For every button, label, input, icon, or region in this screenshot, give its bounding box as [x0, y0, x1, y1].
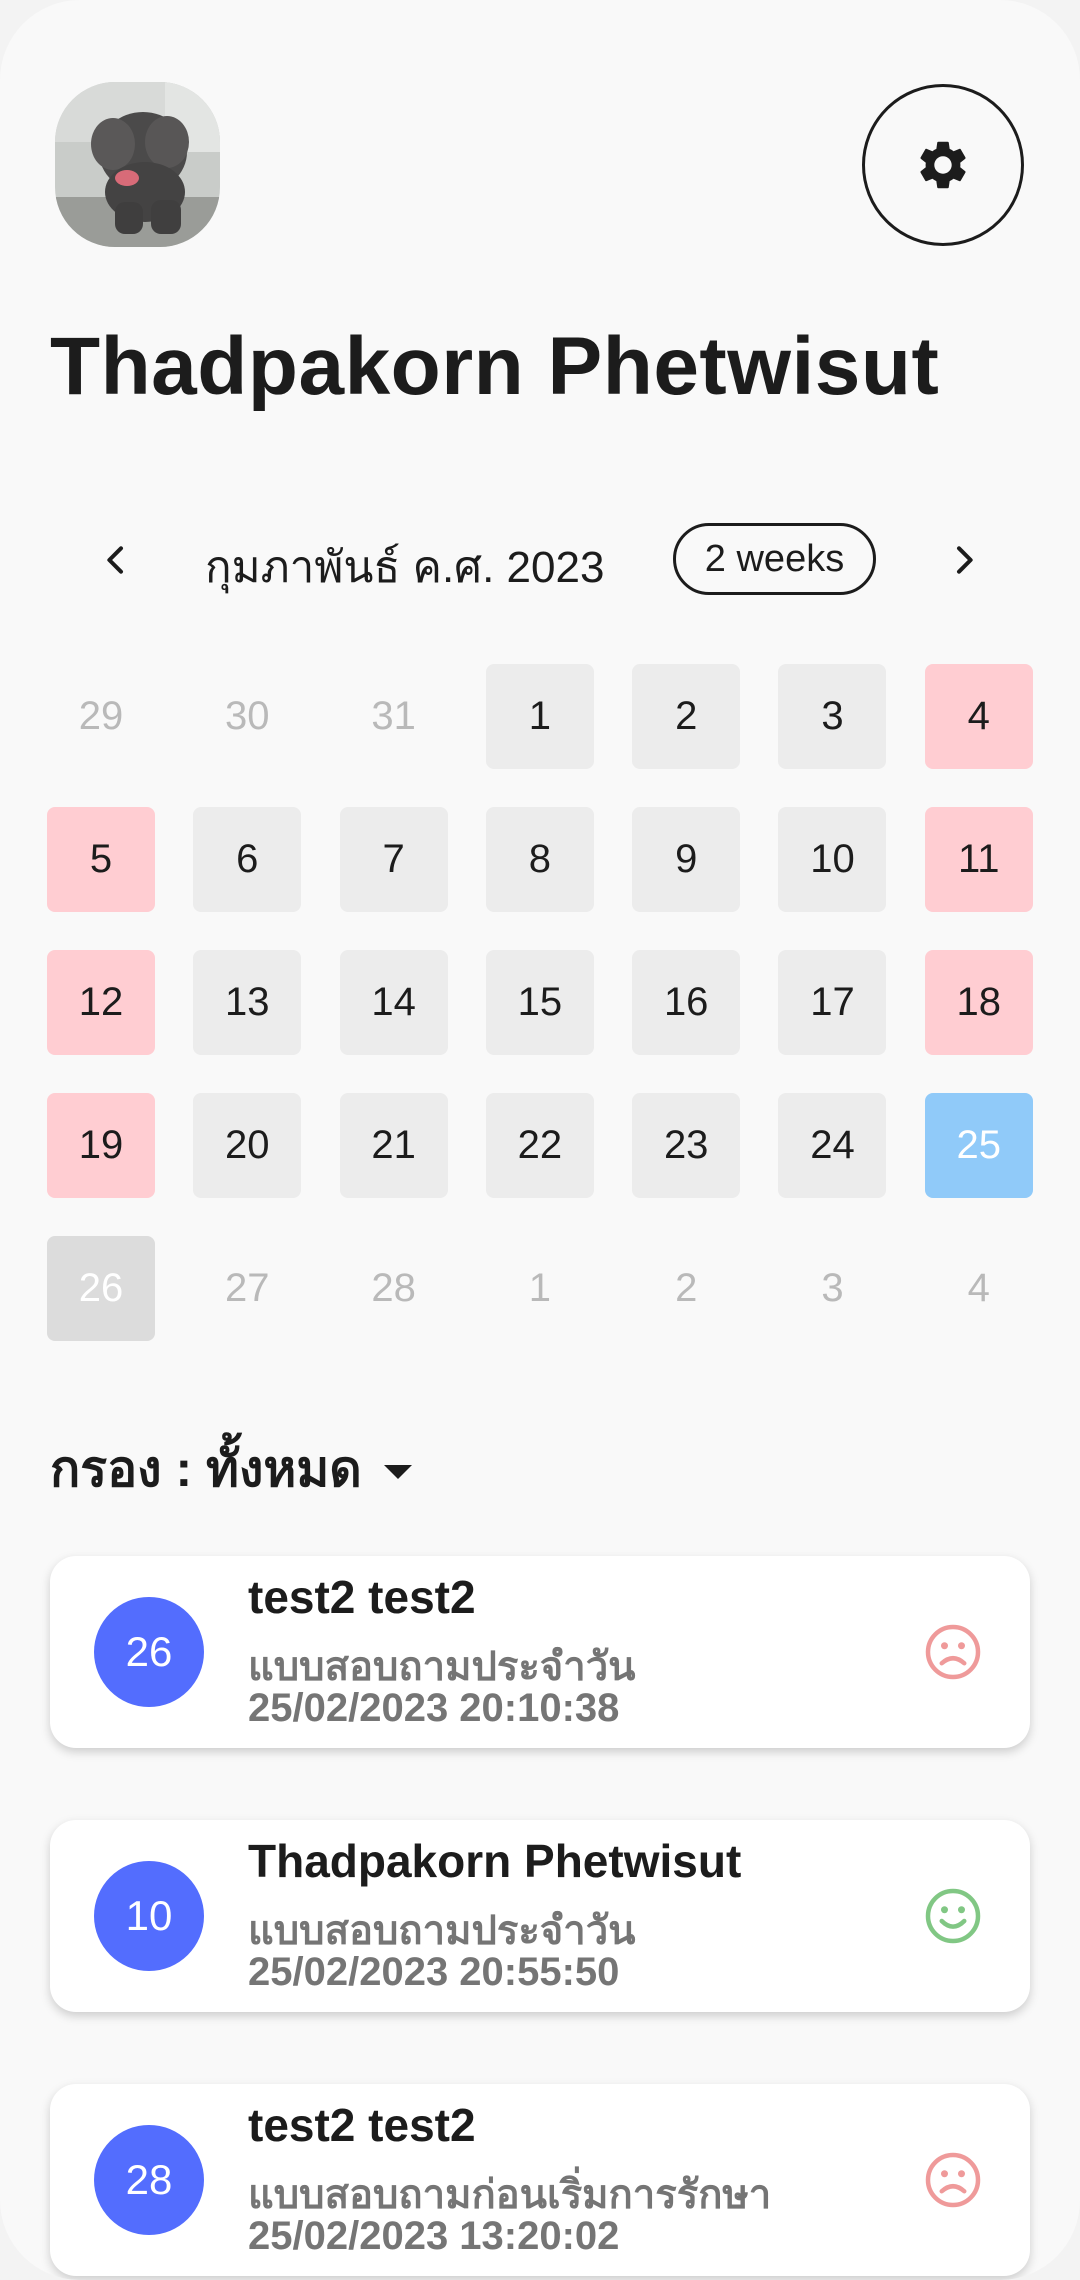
calendar-day[interactable]: 2: [632, 1236, 740, 1341]
calendar-day[interactable]: 22: [485, 1093, 594, 1198]
calendar-day[interactable]: 16: [632, 950, 741, 1055]
previous-month-button[interactable]: [88, 532, 144, 588]
entry-badge: 10: [94, 1861, 204, 1971]
calendar-day[interactable]: 2: [632, 664, 741, 769]
calendar-day[interactable]: 25: [924, 1093, 1033, 1198]
calendar-day[interactable]: 27: [193, 1236, 301, 1341]
entry-badge: 26: [94, 1597, 204, 1707]
calendar-format-button[interactable]: 2 weeks: [673, 523, 876, 595]
entry-time: 25/02/2023 13:20:02: [248, 2214, 620, 2258]
entry-card[interactable]: 28 test2 test2 แบบสอบถามก่อนเริ่มการรักษ…: [50, 2084, 1030, 2276]
chevron-right-icon: [957, 546, 973, 574]
sad-face-icon: [923, 1622, 983, 1682]
calendar-day[interactable]: 14: [339, 950, 448, 1055]
settings-button[interactable]: [862, 84, 1024, 246]
calendar-day[interactable]: 31: [340, 664, 448, 769]
caret-down-icon: [383, 1464, 412, 1479]
calendar-day[interactable]: 1: [485, 664, 594, 769]
calendar-day[interactable]: 8: [485, 807, 594, 912]
entry-card[interactable]: 26 test2 test2 แบบสอบถามประจำวัน 25/02/2…: [50, 1556, 1030, 1748]
calendar-day[interactable]: 23: [632, 1093, 741, 1198]
calendar-day[interactable]: 18: [924, 950, 1033, 1055]
calendar-day[interactable]: 24: [778, 1093, 887, 1198]
calendar-day[interactable]: 26: [47, 1236, 155, 1341]
entry-name: test2 test2: [248, 2099, 476, 2151]
calendar-day[interactable]: 28: [340, 1236, 448, 1341]
filter-label: กรอง : ทั้งหมด: [50, 1441, 362, 1497]
calendar-day[interactable]: 6: [193, 807, 302, 912]
sad-face-icon: [923, 2150, 983, 2210]
calendar-day[interactable]: 20: [193, 1093, 302, 1198]
calendar-header: กุมภาพันธ์ ค.ศ. 2023 2 weeks: [0, 520, 1080, 600]
calendar-day[interactable]: 9: [632, 807, 741, 912]
calendar-day[interactable]: 11: [924, 807, 1033, 912]
calendar-day[interactable]: 15: [485, 950, 594, 1055]
filter-dropdown[interactable]: กรอง : ทั้งหมด: [50, 1430, 412, 1509]
entry-name: Thadpakorn Phetwisut: [248, 1835, 742, 1887]
calendar-day[interactable]: 4: [924, 664, 1033, 769]
user-name: Thadpakorn Phetwisut: [50, 321, 940, 412]
calendar-day[interactable]: 1: [486, 1236, 594, 1341]
calendar-day[interactable]: 29: [47, 664, 155, 769]
next-month-button[interactable]: [936, 532, 992, 588]
chevron-left-icon: [107, 546, 123, 574]
entry-card[interactable]: 10 Thadpakorn Phetwisut แบบสอบถามประจำวั…: [50, 1820, 1030, 2012]
calendar-grid: 29 30 31 1 2 3 4 5 6 7 8 9 10 11 12 13 14 15 16 17 18 19 20 21 2…: [47, 664, 1035, 1341]
user-avatar[interactable]: [55, 82, 220, 247]
calendar-day[interactable]: 12: [47, 950, 155, 1055]
calendar-day[interactable]: 13: [193, 950, 302, 1055]
elephant-photo: [55, 82, 220, 247]
entry-name: test2 test2: [248, 1571, 476, 1623]
calendar-day[interactable]: 19: [47, 1093, 155, 1198]
month-label: กุมภาพันธ์ ค.ศ. 2023: [205, 543, 605, 592]
entry-time: 25/02/2023 20:10:38: [248, 1686, 620, 1730]
calendar-day[interactable]: 10: [778, 807, 887, 912]
calendar-day[interactable]: 30: [193, 664, 301, 769]
gear-icon: [920, 141, 966, 189]
calendar-day[interactable]: 5: [47, 807, 155, 912]
happy-face-icon: [923, 1886, 983, 1946]
entry-badge: 28: [94, 2125, 204, 2235]
calendar-day[interactable]: 17: [778, 950, 887, 1055]
calendar-day[interactable]: 4: [925, 1236, 1033, 1341]
app-screen: Thadpakorn Phetwisut กุมภาพันธ์ ค.ศ. 202…: [0, 0, 1080, 2280]
entry-time: 25/02/2023 20:55:50: [248, 1950, 620, 1994]
calendar-day[interactable]: 7: [339, 807, 448, 912]
calendar-day[interactable]: 21: [339, 1093, 448, 1198]
calendar-day[interactable]: 3: [778, 664, 887, 769]
calendar-day[interactable]: 3: [778, 1236, 886, 1341]
